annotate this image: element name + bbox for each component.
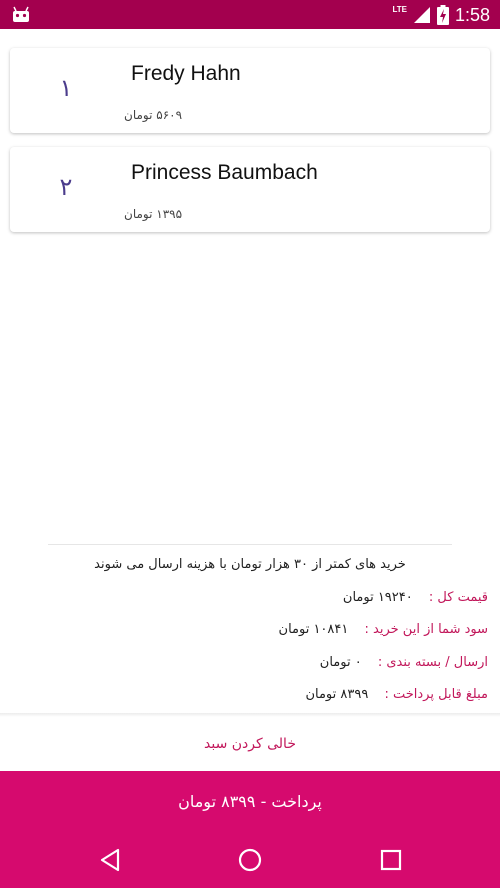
back-icon[interactable] [97, 846, 125, 874]
summary-shipping-row: ارسال / بسته بندی : ۰ تومان [320, 655, 488, 677]
summary-value: ۰ تومان [319, 655, 362, 670]
recents-icon[interactable] [377, 846, 405, 874]
network-type: LTE [392, 4, 407, 14]
status-bar: LTE 1:58 [0, 0, 500, 29]
summary-label: قیمت کل : [428, 590, 488, 605]
summary-value: ۱۰۸۴۱ تومان [278, 622, 349, 637]
item-price: ۵۶۰۹ تومان [124, 108, 183, 122]
status-time: 1:58 [454, 4, 490, 25]
pay-button[interactable]: پرداخت - ۸۳۹۹ تومان [0, 771, 500, 832]
summary-label: مبلغ قابل پرداخت : [384, 687, 488, 702]
summary-label: سود شما از این خرید : [364, 622, 488, 637]
summary-label: ارسال / بسته بندی : [377, 655, 488, 670]
shipping-notice: خرید های کمتر از ۳۰ هزار تومان با هزینه … [94, 557, 406, 572]
summary-divider [48, 544, 452, 545]
battery-charging-icon [436, 5, 449, 25]
cart-item[interactable]: ۲ Princess Baumbach ۱۳۹۵ تومان [10, 147, 490, 232]
summary-total-row: قیمت کل : ۱۹۲۴۰ تومان [343, 590, 488, 612]
item-index: ۲ [59, 173, 73, 201]
item-name: Princess Baumbach [131, 161, 318, 184]
summary-value: ۸۳۹۹ تومان [305, 687, 369, 702]
summary-payable-row: مبلغ قابل پرداخت : ۸۳۹۹ تومان [305, 687, 488, 709]
signal-icon [413, 7, 430, 23]
item-index: ۱ [59, 74, 73, 102]
clear-cart-button[interactable]: خالی کردن سبد [0, 722, 500, 766]
item-name: Fredy Hahn [131, 62, 241, 85]
navigation-bar [0, 832, 500, 888]
summary-value: ۱۹۲۴۰ تومان [342, 590, 413, 605]
android-icon [12, 6, 30, 26]
footer-shadow [0, 713, 500, 717]
summary-savings-row: سود شما از این خرید : ۱۰۸۴۱ تومان [279, 622, 488, 644]
home-icon[interactable] [236, 846, 264, 874]
item-price: ۱۳۹۵ تومان [124, 207, 183, 221]
status-icons: LTE 1:58 [392, 3, 490, 27]
cart-item[interactable]: ۱ Fredy Hahn ۵۶۰۹ تومان [10, 48, 490, 133]
